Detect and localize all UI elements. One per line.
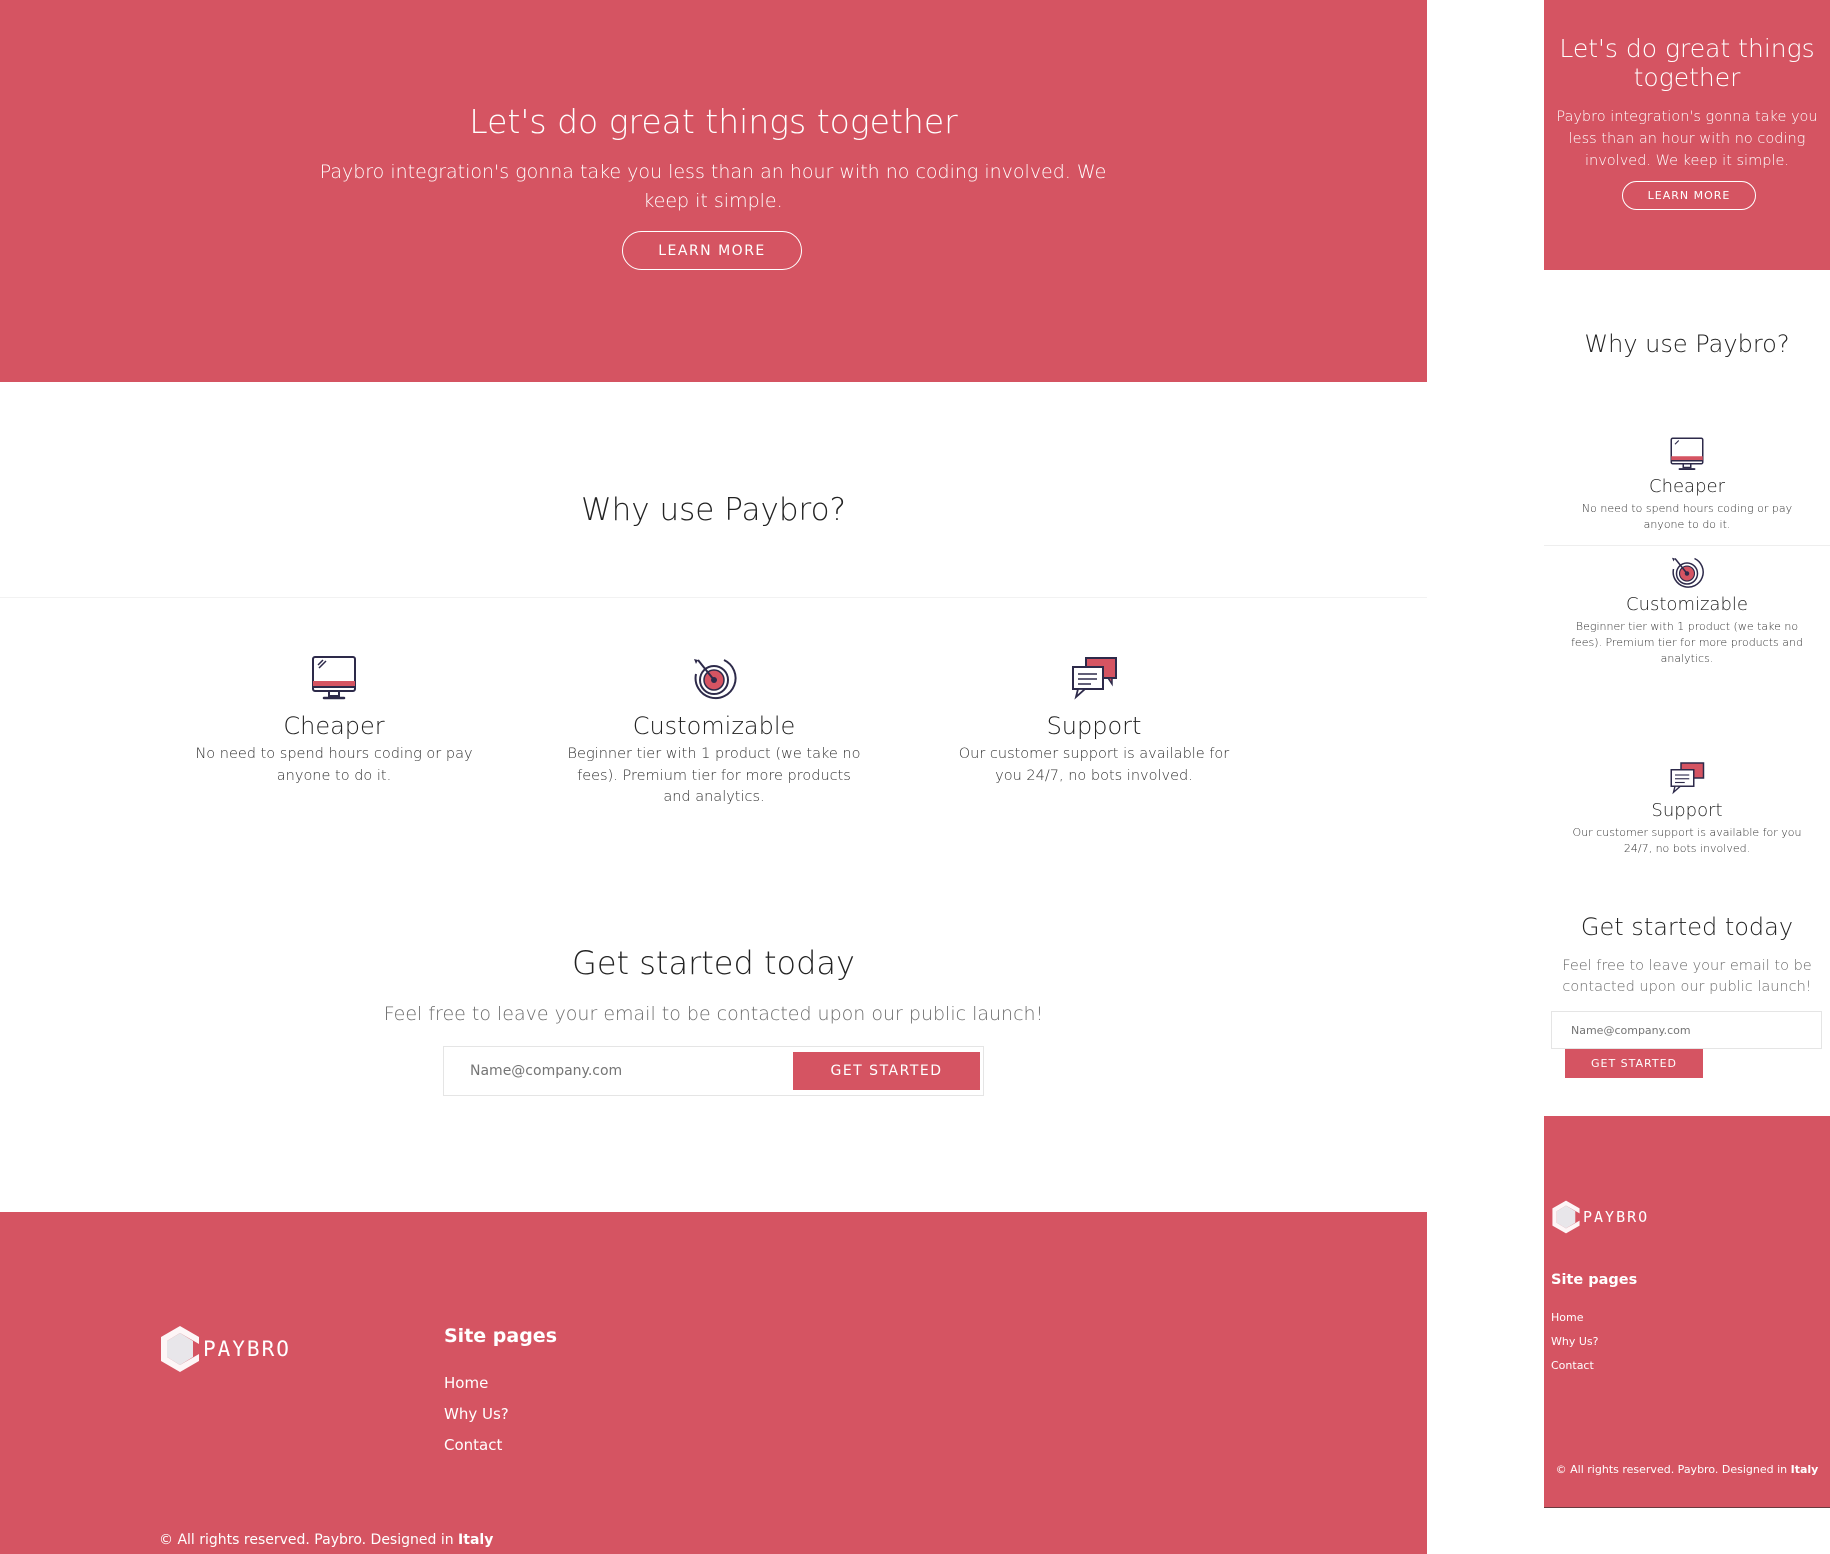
footer-link-why-us[interactable]: Why Us? (444, 1405, 509, 1436)
feature-customizable: Customizable Beginner tier with 1 produc… (564, 654, 864, 809)
get-started-text: Feel free to leave your email to be cont… (383, 1003, 1044, 1025)
get-started-button[interactable]: GET STARTED (1565, 1049, 1703, 1078)
copyright: © All rights reserved. Paybro. Designed … (1544, 1463, 1830, 1476)
email-input[interactable] (1552, 1012, 1820, 1048)
email-input[interactable] (444, 1047, 792, 1095)
logo[interactable]: PAYBRO (159, 1324, 291, 1374)
feature-title: Customizable (632, 712, 796, 740)
computer-icon (312, 656, 356, 700)
why-title: Why use Paybro? (1584, 330, 1790, 358)
divider (1544, 545, 1830, 546)
copyright-country: Italy (1790, 1463, 1819, 1476)
desktop-view: Let's do great things together Paybro in… (0, 0, 1427, 1554)
feature-cheaper: Cheaper No need to spend hours coding or… (1562, 436, 1812, 533)
feature-cheaper: Cheaper No need to spend hours coding or… (184, 654, 484, 787)
why-title: Why use Paybro? (580, 492, 847, 528)
footer-link-contact[interactable]: Contact (444, 1436, 509, 1467)
hero-section: Let's do great things together Paybro in… (1544, 0, 1830, 270)
feature-text: No need to spend hours coding or pay any… (195, 746, 473, 784)
hero-title: Let's do great things together (1559, 34, 1815, 92)
chat-icon (1670, 762, 1705, 795)
copyright: © All rights reserved. Paybro. Designed … (159, 1532, 493, 1548)
footer-nav: Home Why Us? Contact (1551, 1311, 1598, 1383)
feature-title: Support (1651, 800, 1723, 821)
footer-nav: Home Why Us? Contact (444, 1374, 509, 1467)
feature-text: Beginner tier with 1 product (we take no… (1571, 620, 1803, 665)
feature-title: Cheaper (283, 712, 385, 740)
feature-title: Support (1046, 712, 1142, 740)
target-icon (1672, 557, 1704, 588)
site-pages-title: Site pages (444, 1325, 557, 1347)
get-started-text: Feel free to leave your email to be cont… (1562, 958, 1812, 995)
get-started-title: Get started today (572, 944, 855, 982)
hero-section: Let's do great things together Paybro in… (0, 0, 1427, 382)
footer-link-home[interactable]: Home (1551, 1311, 1598, 1335)
feature-customizable: Customizable Beginner tier with 1 produc… (1562, 554, 1812, 667)
hero-title: Let's do great things together (469, 102, 958, 141)
footer-link-why-us[interactable]: Why Us? (1551, 1335, 1598, 1359)
feature-support: Support Our customer support is availabl… (944, 654, 1244, 787)
feature-text: Our customer support is available for yo… (958, 746, 1230, 784)
chat-icon (1072, 657, 1117, 700)
feature-text: Beginner tier with 1 product (we take no… (567, 746, 861, 805)
feature-text: No need to spend hours coding or pay any… (1581, 502, 1793, 531)
logo-text: PAYBRO (1583, 1208, 1650, 1226)
divider (0, 597, 1427, 598)
logo-text: PAYBRO (203, 1337, 291, 1361)
computer-icon (1670, 437, 1704, 470)
site-pages-title: Site pages (1551, 1272, 1638, 1288)
get-started-title: Get started today (1580, 913, 1794, 941)
copyright-country: Italy (458, 1532, 494, 1548)
copyright-text: © All rights reserved. Paybro. Designed … (159, 1532, 459, 1548)
hero-text: Paybro integration's gonna take you less… (1556, 109, 1818, 169)
logo-icon (1552, 1200, 1580, 1234)
target-icon (694, 659, 737, 700)
hero-text: Paybro integration's gonna take you less… (319, 161, 1107, 212)
signup-form: GET STARTED (443, 1046, 984, 1096)
footer-link-contact[interactable]: Contact (1551, 1359, 1598, 1383)
footer: PAYBRO Site pages Home Why Us? Contact ©… (0, 1212, 1427, 1554)
feature-title: Cheaper (1649, 476, 1725, 497)
footer-link-home[interactable]: Home (444, 1374, 509, 1405)
logo-icon (161, 1326, 199, 1372)
feature-title: Customizable (1626, 594, 1748, 615)
signup-form (1551, 1011, 1822, 1049)
footer: PAYBRO Site pages Home Why Us? Contact ©… (1544, 1116, 1830, 1508)
copyright-text: © All rights reserved. Paybro. Designed … (1555, 1463, 1791, 1476)
get-started-button[interactable]: GET STARTED (793, 1052, 980, 1090)
learn-more-button[interactable]: LEARN MORE (1622, 181, 1756, 210)
logo[interactable]: PAYBRO (1551, 1199, 1649, 1235)
feature-support: Support Our customer support is availabl… (1562, 760, 1812, 857)
learn-more-button[interactable]: LEARN MORE (622, 231, 802, 270)
mobile-view: Let's do great things together Paybro in… (1544, 0, 1830, 1508)
feature-text: Our customer support is available for yo… (1572, 826, 1802, 855)
